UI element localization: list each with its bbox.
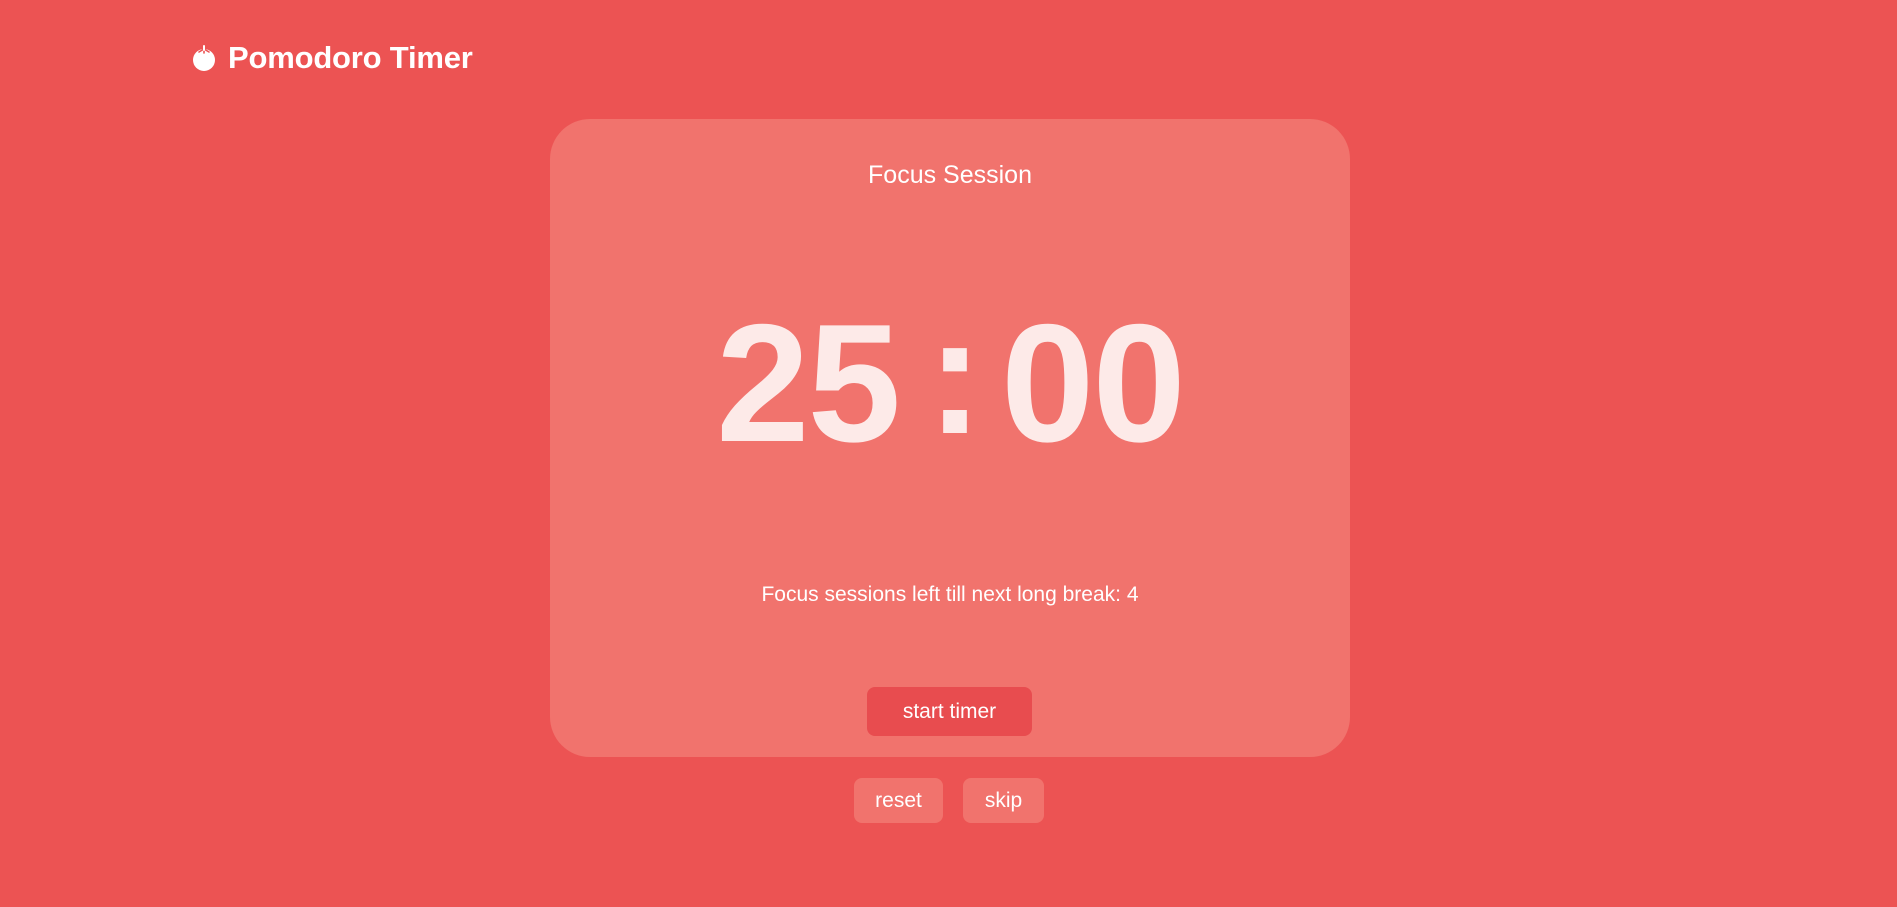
timer-minutes: 25 bbox=[716, 289, 901, 477]
timer-separator: : bbox=[927, 281, 983, 469]
timer-seconds: 00 bbox=[1000, 289, 1186, 477]
app-header: Pomodoro Timer bbox=[190, 36, 473, 80]
reset-button[interactable]: reset bbox=[854, 778, 943, 823]
timer-card: Focus Session 25 : 00 Focus sessions lef… bbox=[550, 119, 1350, 757]
start-timer-button[interactable]: start timer bbox=[867, 687, 1032, 736]
tomato-icon bbox=[190, 44, 218, 72]
app-title: Pomodoro Timer bbox=[228, 40, 473, 75]
timer-display: 25 : 00 bbox=[550, 289, 1350, 477]
timer-controls: reset skip bbox=[854, 778, 1044, 823]
skip-button[interactable]: skip bbox=[963, 778, 1044, 823]
sessions-left-text: Focus sessions left till next long break… bbox=[761, 583, 1139, 606]
session-label: Focus Session bbox=[868, 161, 1032, 189]
